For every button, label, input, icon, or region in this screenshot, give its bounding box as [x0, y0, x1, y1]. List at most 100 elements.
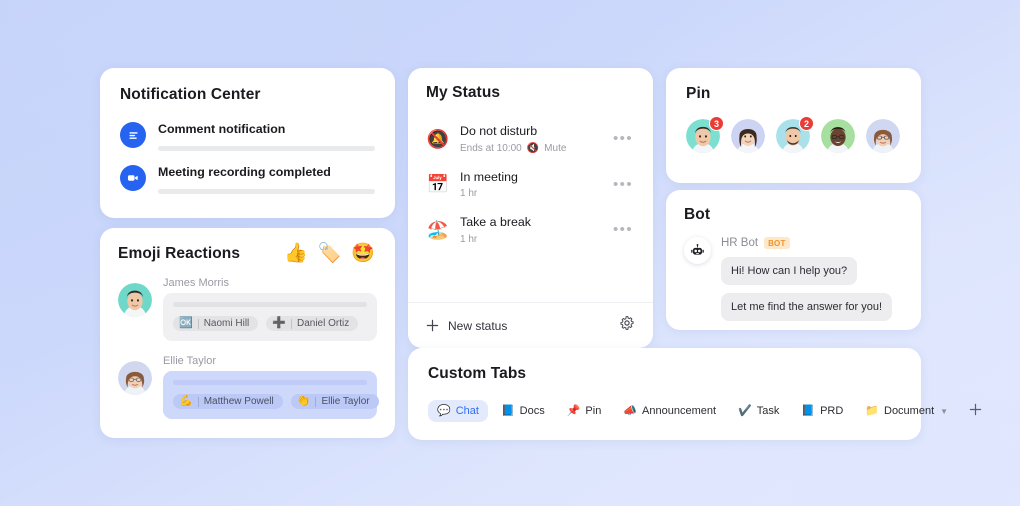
- tab-label: Docs: [519, 405, 545, 417]
- pin-avatar-item[interactable]: 3: [686, 116, 724, 153]
- reaction-thread-body: Ellie Taylor 💪 Matthew Powell 👏 Ellie Ta…: [163, 355, 379, 419]
- tab-label: Announcement: [642, 405, 717, 417]
- tab-label: Chat: [455, 405, 479, 417]
- reaction-thread-body: James Morris 🆗 Naomi Hill ➕ Daniel Ortiz: [163, 277, 377, 341]
- pin-badge-count: 2: [799, 116, 814, 131]
- my-status-title: My Status: [426, 84, 501, 101]
- tab-pin[interactable]: 📌 Pin: [558, 400, 611, 422]
- avatar: [866, 119, 900, 153]
- status-menu-button[interactable]: •••: [613, 221, 635, 238]
- status-end-time: Ends at 10:00: [460, 142, 522, 154]
- new-status-button[interactable]: New status: [426, 319, 507, 333]
- chip-divider: [197, 318, 199, 329]
- reaction-chip[interactable]: ➕ Daniel Ortiz: [266, 316, 359, 331]
- tab-label: Pin: [585, 405, 602, 417]
- avatar: [118, 361, 152, 395]
- tab-announcement[interactable]: 📣 Announcement: [614, 400, 725, 422]
- reaction-author-name: James Morris: [163, 277, 230, 289]
- beach-emoji: 🏖️: [426, 219, 450, 240]
- notification-placeholder-bar: [158, 145, 375, 151]
- bot-message: Let me find the answer for you!: [721, 293, 893, 321]
- thumbs-up-emoji[interactable]: 👍: [284, 244, 308, 263]
- status-mute-label: Mute: [544, 142, 567, 154]
- new-status-label: New status: [448, 318, 508, 333]
- reaction-chip[interactable]: 👏 Ellie Taylor: [290, 394, 379, 409]
- pin-title: Pin: [686, 85, 711, 102]
- my-status-inner: My Status 🔕 Do not disturb Ends at 10:00…: [408, 68, 653, 253]
- reaction-chip-label: Matthew Powell: [203, 396, 274, 407]
- notification-placeholder-bar: [158, 188, 375, 194]
- status-menu-button[interactable]: •••: [613, 130, 635, 147]
- pin-avatar-item[interactable]: [821, 119, 855, 153]
- bot-message: Hi! How can I help you?: [721, 257, 858, 285]
- star-struck-emoji[interactable]: 🤩: [351, 244, 375, 263]
- message-placeholder-bar: [173, 302, 367, 307]
- video-camera-icon: [120, 164, 146, 191]
- bot-title: Bot: [684, 206, 711, 223]
- bot-name-row: HR Bot BOT: [721, 237, 903, 249]
- pin-avatar-item[interactable]: [866, 119, 900, 153]
- ok-emoji: 🆗: [179, 317, 193, 329]
- avatar: [731, 119, 765, 153]
- tab-document[interactable]: 📁 Document ▼: [856, 400, 957, 422]
- notification-center-title: Notification Center: [120, 86, 261, 103]
- reaction-chip[interactable]: 💪 Matthew Powell: [173, 394, 283, 409]
- reaction-author-name: Ellie Taylor: [163, 355, 216, 367]
- custom-tabs-title: Custom Tabs: [428, 365, 527, 382]
- status-text: In meeting 1 hr: [460, 170, 603, 200]
- tab-label: Document: [884, 405, 935, 417]
- robot-icon: [684, 237, 711, 264]
- status-sub: 1 hr: [460, 188, 603, 199]
- docs-icon: 📘: [500, 404, 515, 417]
- message-placeholder-bar: [173, 380, 367, 385]
- reaction-thread: Ellie Taylor 💪 Matthew Powell 👏 Ellie Ta…: [118, 355, 379, 419]
- notification-item[interactable]: Meeting recording completed: [120, 164, 375, 194]
- status-duration: 1 hr: [460, 233, 478, 245]
- status-list: 🔕 Do not disturb Ends at 10:00 🔇 Mute ••…: [426, 116, 635, 253]
- status-item-in-meeting[interactable]: 📅 In meeting 1 hr •••: [426, 162, 635, 208]
- status-sub: 1 hr: [460, 234, 603, 245]
- chevron-down-icon[interactable]: ▼: [940, 407, 948, 416]
- status-duration: 1 hr: [460, 188, 478, 199]
- gear-icon[interactable]: [619, 315, 635, 336]
- dashboard-stage: Notification Center Comment notification: [0, 0, 1020, 506]
- done-badge-emoji[interactable]: 🏷️: [318, 244, 342, 263]
- announcement-icon: 📣: [623, 404, 638, 417]
- tab-label: Task: [756, 405, 780, 417]
- reaction-chip-label: Naomi Hill: [203, 318, 250, 329]
- mute-icon: 🔇: [526, 142, 540, 154]
- bot-badge: BOT: [764, 237, 790, 249]
- calendar-emoji: 📅: [426, 174, 450, 195]
- notification-item[interactable]: Comment notification: [120, 121, 375, 151]
- reaction-chip[interactable]: 🆗 Naomi Hill: [173, 316, 259, 331]
- pin-avatar-list: 3 2: [686, 116, 901, 153]
- status-text: Take a break 1 hr: [460, 215, 603, 245]
- chip-divider: [197, 396, 199, 407]
- plus-icon: [969, 403, 982, 415]
- emoji-reactions-header: Emoji Reactions 👍 🏷️ 🤩: [118, 244, 377, 263]
- pin-avatar-item[interactable]: [731, 119, 765, 153]
- tab-chat[interactable]: 💬 Chat: [428, 400, 488, 422]
- notification-title: Meeting recording completed: [158, 164, 331, 179]
- reaction-chip-row: 🆗 Naomi Hill ➕ Daniel Ortiz: [173, 316, 367, 331]
- chip-divider: [290, 318, 292, 329]
- tab-task[interactable]: ✔️ Task: [729, 400, 788, 422]
- document-icon: 📁: [865, 404, 879, 417]
- status-menu-button[interactable]: •••: [613, 176, 635, 193]
- bot-messages-column: HR Bot BOT Hi! How can I help you? Let m…: [721, 237, 903, 321]
- tab-prd[interactable]: 📘 PRD: [792, 400, 852, 422]
- reaction-chip-label: Ellie Taylor: [321, 396, 370, 407]
- task-icon: ✔️: [738, 404, 752, 417]
- bot-conversation: HR Bot BOT Hi! How can I help you? Let m…: [684, 237, 903, 321]
- tab-docs[interactable]: 📘 Docs: [492, 400, 554, 422]
- chip-divider: [315, 396, 317, 407]
- pin-avatar-item[interactable]: 2: [776, 116, 814, 153]
- reaction-bubble: 🆗 Naomi Hill ➕ Daniel Ortiz: [163, 293, 377, 341]
- add-tab-button[interactable]: [961, 401, 990, 422]
- chat-icon: 💬: [437, 404, 451, 417]
- status-name: In meeting: [460, 169, 518, 184]
- prd-icon: 📘: [801, 404, 816, 417]
- custom-tabs-card: Custom Tabs 💬 Chat 📘 Docs 📌 Pin 📣 Announ…: [408, 348, 982, 440]
- status-item-do-not-disturb[interactable]: 🔕 Do not disturb Ends at 10:00 🔇 Mute ••…: [426, 116, 635, 162]
- status-item-take-a-break[interactable]: 🏖️ Take a break 1 hr •••: [426, 207, 635, 253]
